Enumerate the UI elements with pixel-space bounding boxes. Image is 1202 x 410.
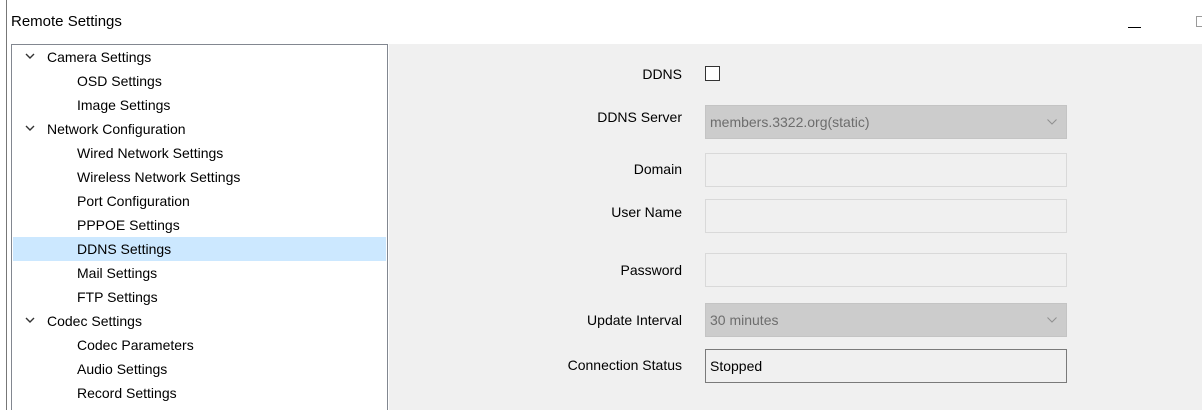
domain-input[interactable]: [705, 153, 1067, 187]
connection-status-value: Stopped: [710, 358, 763, 374]
tree-item-mail-settings[interactable]: Mail Settings: [13, 261, 386, 285]
tree-item-port-configuration[interactable]: Port Configuration: [13, 189, 386, 213]
ddns-server-select[interactable]: members.3322.org(static): [705, 105, 1067, 139]
tree-item-label: Wired Network Settings: [77, 145, 224, 161]
settings-tree[interactable]: Camera Settings OSD Settings Image Setti…: [11, 44, 388, 410]
tree-item-label: Record Settings: [77, 385, 177, 401]
tree-group-label: Codec Settings: [47, 313, 142, 329]
tree-group-network-configuration[interactable]: Network Configuration: [13, 117, 386, 141]
tree-item-label: Image Settings: [77, 97, 171, 113]
update-interval-value: 30 minutes: [710, 312, 779, 328]
tree-item-label: Audio Settings: [77, 361, 168, 377]
update-interval-select[interactable]: 30 minutes: [705, 303, 1067, 337]
tree-item-image-settings[interactable]: Image Settings: [13, 93, 386, 117]
connection-status-field: Stopped: [705, 349, 1067, 383]
domain-label: Domain: [633, 161, 682, 177]
tree-item-label: Wireless Network Settings: [77, 169, 241, 185]
tree-item-osd-settings[interactable]: OSD Settings: [13, 69, 386, 93]
tree-item-label: Codec Parameters: [77, 337, 194, 353]
ddns-server-label: DDNS Server: [597, 109, 682, 125]
user-name-input[interactable]: [705, 199, 1067, 233]
ddns-label: DDNS: [642, 66, 682, 82]
tree-item-label: Mail Settings: [77, 265, 158, 281]
tree-item-label: DDNS Settings: [77, 241, 172, 257]
tree-item-record-settings[interactable]: Record Settings: [13, 381, 386, 405]
tree-group-codec-settings[interactable]: Codec Settings: [13, 309, 386, 333]
user-name-label: User Name: [611, 204, 682, 220]
tree-item-ftp-settings[interactable]: FTP Settings: [13, 285, 386, 309]
minimize-button[interactable]: [1128, 19, 1142, 31]
chevron-down-icon: [1047, 317, 1057, 323]
ddns-server-value: members.3322.org(static): [710, 114, 870, 130]
password-input[interactable]: [705, 253, 1067, 287]
ddns-checkbox[interactable]: [705, 66, 720, 81]
password-label: Password: [620, 262, 682, 278]
tree-item-label: OSD Settings: [77, 73, 162, 89]
tree-item-audio-settings[interactable]: Audio Settings: [13, 357, 386, 381]
tree-item-codec-parameters[interactable]: Codec Parameters: [13, 333, 386, 357]
tree-group-camera-settings[interactable]: Camera Settings: [13, 45, 386, 69]
tree-item-label: PPPOE Settings: [77, 217, 180, 233]
title-bar: Remote Settings: [0, 0, 1202, 44]
update-interval-label: Update Interval: [587, 312, 682, 328]
chevron-down-icon[interactable]: [25, 52, 35, 60]
chevron-down-icon: [1047, 119, 1057, 125]
chevron-down-icon[interactable]: [25, 124, 35, 132]
tree-item-wired-network-settings[interactable]: Wired Network Settings: [13, 141, 386, 165]
maximize-button[interactable]: [1193, 13, 1202, 27]
tree-item-label: Port Configuration: [77, 193, 190, 209]
tree-item-wireless-network-settings[interactable]: Wireless Network Settings: [13, 165, 386, 189]
connection-status-label: Connection Status: [567, 357, 682, 373]
window-title: Remote Settings: [11, 13, 122, 30]
tree-item-label: FTP Settings: [77, 289, 158, 305]
tree-group-label: Network Configuration: [47, 121, 186, 137]
chevron-down-icon[interactable]: [25, 316, 35, 324]
tree-group-label: Camera Settings: [47, 49, 152, 65]
window-border: [6, 0, 7, 410]
ddns-settings-panel: DDNS DDNS Server members.3322.org(static…: [389, 44, 1202, 410]
tree-item-ddns-settings[interactable]: DDNS Settings: [13, 237, 386, 261]
tree-item-pppoe-settings[interactable]: PPPOE Settings: [13, 213, 386, 237]
